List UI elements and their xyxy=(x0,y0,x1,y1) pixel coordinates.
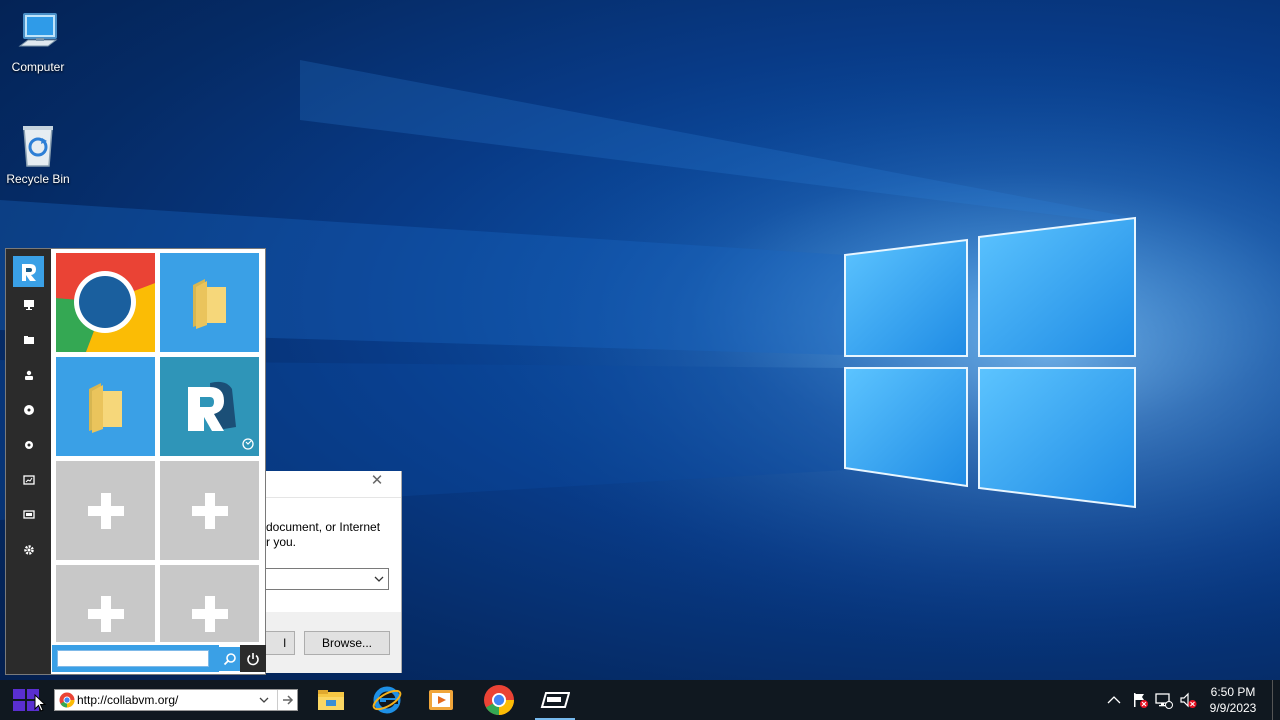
chrome-app[interactable] xyxy=(475,680,523,720)
media-player-app[interactable] xyxy=(417,680,465,720)
clock-time: 6:50 PM xyxy=(1210,685,1256,699)
taskbar: 6:50 PM 9/9/2023 xyxy=(0,680,1280,720)
power-icon[interactable] xyxy=(240,645,266,672)
run-open-combobox[interactable] xyxy=(266,568,389,590)
run-description-line-2: r you. xyxy=(266,535,297,549)
chevron-down-icon[interactable] xyxy=(259,693,269,710)
r-app-icon xyxy=(540,692,570,708)
plus-icon xyxy=(191,492,228,529)
computer-icon xyxy=(14,10,62,58)
show-desktop-button[interactable] xyxy=(1272,680,1280,720)
folder-tile-1[interactable] xyxy=(160,253,259,352)
ok-button[interactable]: l xyxy=(266,631,295,655)
close-icon[interactable]: ✕ xyxy=(366,471,388,491)
add-tile-3[interactable] xyxy=(56,565,155,642)
plus-icon xyxy=(87,492,124,529)
plus-icon xyxy=(191,596,228,632)
mouse-cursor-icon xyxy=(34,693,47,715)
monitor-icon[interactable] xyxy=(6,289,51,321)
recycle-bin-desktop-icon[interactable]: Recycle Bin xyxy=(0,122,76,186)
network-icon[interactable] xyxy=(1154,690,1174,710)
run-description-line-1: document, or Internet xyxy=(266,520,381,534)
chrome-icon xyxy=(56,253,155,352)
r-app-tile[interactable] xyxy=(160,357,259,456)
recycle-bin-icon xyxy=(14,122,62,170)
computer-label: Computer xyxy=(11,60,65,74)
volume-muted-icon[interactable] xyxy=(1178,690,1198,710)
run-dialog-titlebar[interactable]: ✕ xyxy=(266,471,401,498)
run-dialog-footer: l Browse... xyxy=(266,612,401,673)
clock-date: 9/9/2023 xyxy=(1209,701,1257,715)
plus-icon xyxy=(87,596,124,632)
chevron-up-icon[interactable] xyxy=(1104,690,1124,710)
start-search-bar xyxy=(52,645,219,672)
recycle-bin-label: Recycle Bin xyxy=(6,172,70,186)
folder-tile-2[interactable] xyxy=(56,357,155,456)
chart-icon[interactable] xyxy=(6,464,51,496)
search-icon[interactable] xyxy=(218,647,242,671)
run-dialog-description: document, or Internet r you. xyxy=(266,520,401,550)
r-logo-icon xyxy=(188,381,254,450)
start-search-input[interactable] xyxy=(57,650,209,667)
internet-explorer-icon xyxy=(372,686,402,714)
internet-explorer-app[interactable] xyxy=(363,680,411,720)
action-center-flag-icon[interactable] xyxy=(1130,690,1150,710)
folder-icon[interactable] xyxy=(6,324,51,356)
run-dialog: ✕ document, or Internet r you. l Browse.… xyxy=(266,471,402,673)
add-tile-2[interactable] xyxy=(160,461,259,560)
add-tile-4[interactable] xyxy=(160,565,259,642)
start-menu xyxy=(5,248,266,675)
file-explorer-icon xyxy=(318,690,344,710)
r-app-taskbar-button[interactable] xyxy=(531,680,579,720)
chrome-tile[interactable] xyxy=(56,253,155,352)
computer-desktop-icon[interactable]: Computer xyxy=(0,10,76,74)
users-icon[interactable] xyxy=(6,359,51,391)
add-tile-1[interactable] xyxy=(56,461,155,560)
r-logo-icon[interactable] xyxy=(13,256,44,287)
disk-icon[interactable] xyxy=(6,394,51,426)
chrome-icon xyxy=(59,692,75,711)
address-toolbar xyxy=(54,689,298,711)
display-icon[interactable] xyxy=(6,499,51,531)
folder-icon xyxy=(193,279,226,329)
taskbar-clock[interactable]: 6:50 PM 9/9/2023 xyxy=(1198,684,1268,716)
browse-button[interactable]: Browse... xyxy=(304,631,390,655)
settings-icon[interactable] xyxy=(6,534,51,566)
media-player-icon xyxy=(429,690,453,710)
file-explorer-app[interactable] xyxy=(307,680,355,720)
chrome-icon xyxy=(484,685,514,715)
chevron-down-icon[interactable] xyxy=(374,572,384,589)
go-arrow-icon[interactable] xyxy=(277,690,297,710)
gear-small-icon[interactable] xyxy=(6,429,51,461)
folder-icon xyxy=(89,383,122,433)
start-menu-rail xyxy=(6,249,51,674)
address-input[interactable] xyxy=(77,691,257,709)
